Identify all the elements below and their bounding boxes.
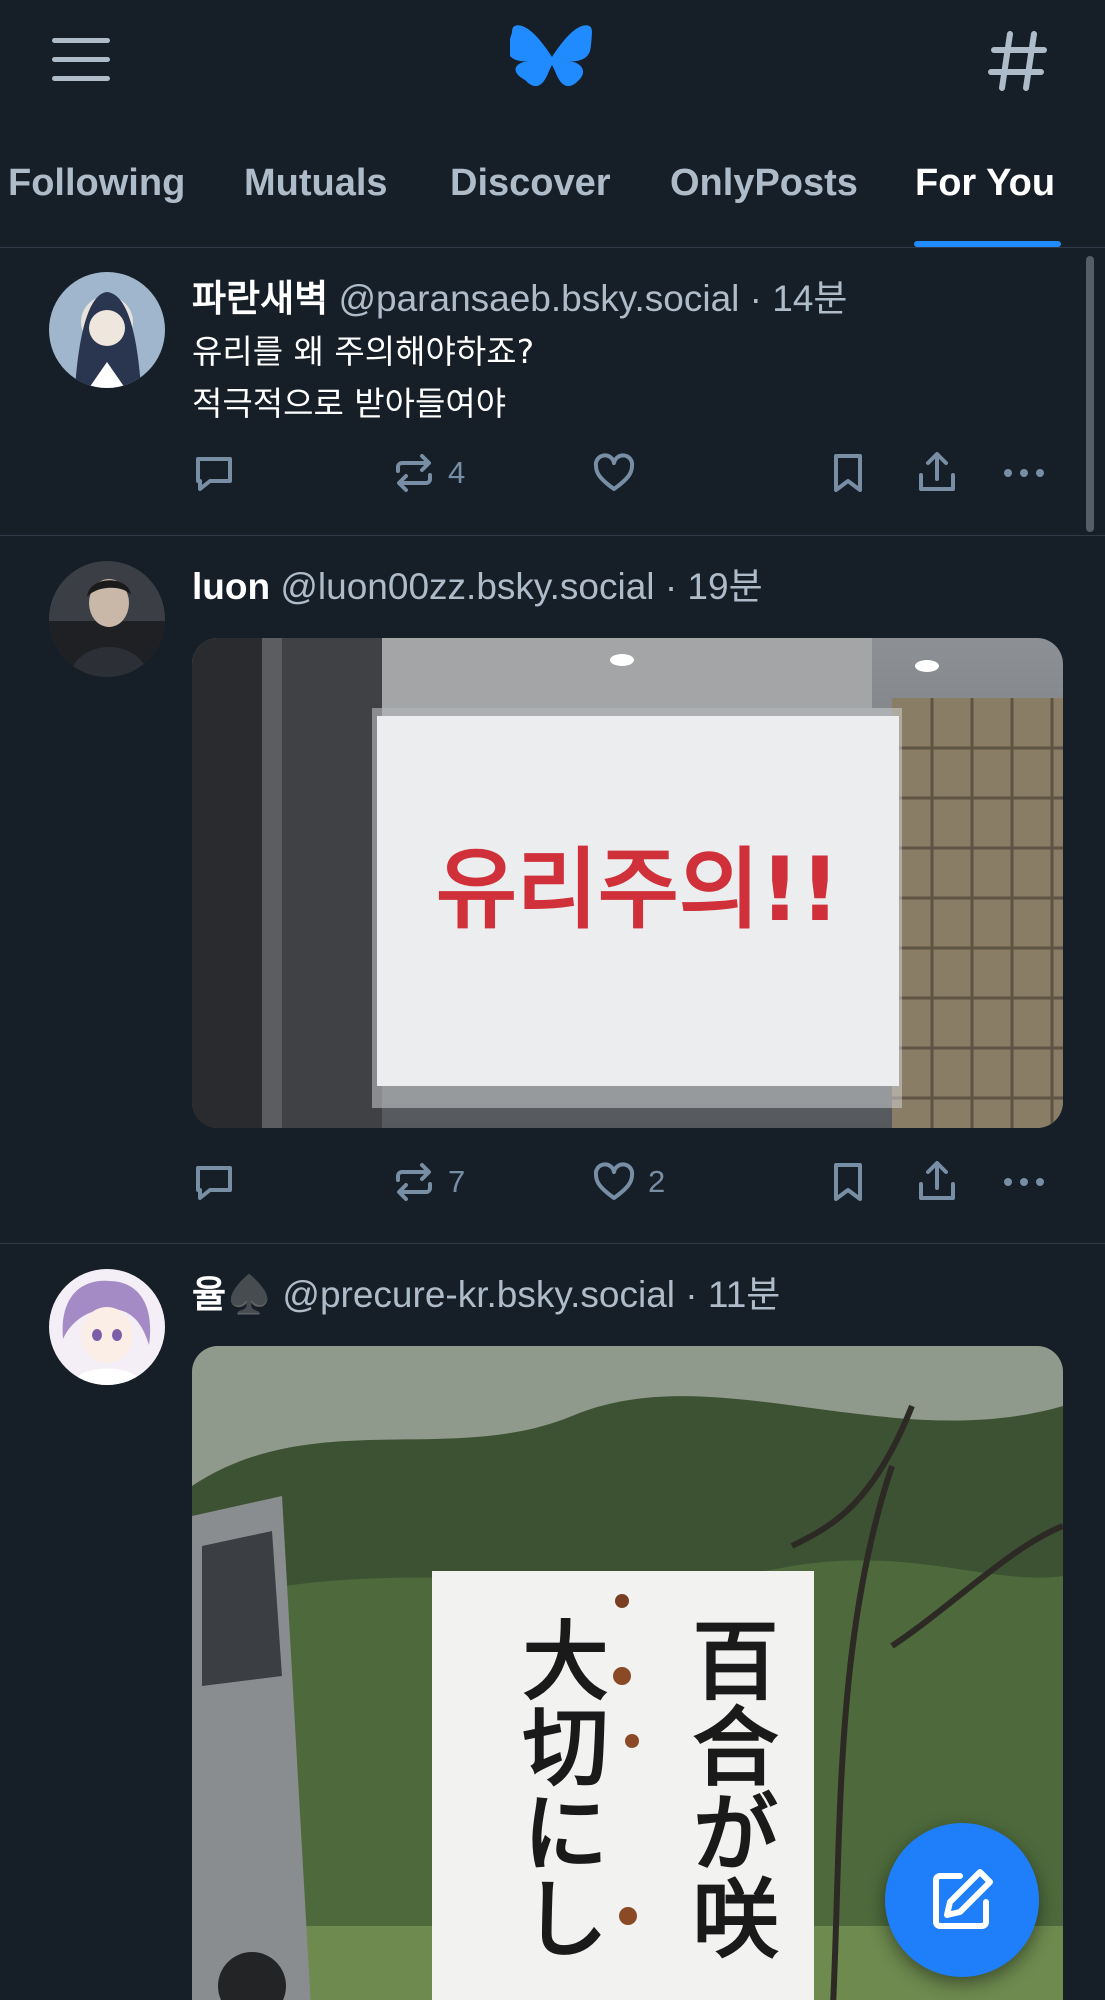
heart-icon bbox=[593, 453, 635, 491]
bookmark-icon bbox=[834, 1163, 862, 1201]
like-count: 2 bbox=[648, 1164, 666, 1199]
speech-bubble-icon bbox=[196, 1166, 232, 1200]
hashtag-icon[interactable] bbox=[988, 30, 1048, 92]
share-button[interactable] bbox=[915, 1157, 959, 1207]
display-name[interactable]: 파란새벽 bbox=[192, 278, 328, 319]
tab-onlyposts[interactable]: OnlyPosts bbox=[670, 162, 858, 205]
timestamp[interactable]: · 11분 bbox=[685, 1274, 780, 1315]
post-header: luon @luon00zz.bsky.social · 19분 bbox=[192, 556, 763, 610]
handle[interactable]: @luon00zz.bsky.social bbox=[280, 566, 654, 607]
feed-tabs: Following Mutuals Discover OnlyPosts For… bbox=[0, 150, 1105, 248]
ellipsis-icon bbox=[1004, 469, 1044, 477]
handle[interactable]: @precure-kr.bsky.social bbox=[282, 1274, 675, 1315]
repost-arrows-icon bbox=[396, 1163, 432, 1201]
tab-for-you[interactable]: For You bbox=[915, 162, 1055, 205]
avatar[interactable] bbox=[49, 272, 165, 388]
timestamp[interactable]: · 14분 bbox=[750, 278, 848, 319]
share-button[interactable] bbox=[915, 448, 959, 498]
tab-following[interactable]: Following bbox=[8, 162, 185, 205]
sign-text-right: 百合が咲 bbox=[677, 1616, 778, 1960]
tab-mutuals[interactable]: Mutuals bbox=[244, 162, 388, 205]
sign-text: 유리주의!! bbox=[436, 838, 840, 941]
bluesky-butterfly-icon[interactable] bbox=[506, 24, 594, 98]
compose-button[interactable] bbox=[885, 1823, 1039, 1977]
ellipsis-icon bbox=[1004, 1178, 1044, 1186]
post-header: 율♠️ @precure-kr.bsky.social · 11분 bbox=[192, 1264, 780, 1318]
post[interactable]: 파란새벽 @paransaeb.bsky.social · 14분 유리를 왜 … bbox=[0, 248, 1105, 536]
more-options-button[interactable] bbox=[1002, 1157, 1046, 1207]
post-image[interactable]: 유리주의!! bbox=[192, 638, 1063, 1128]
repost-button[interactable]: 7 bbox=[392, 1157, 465, 1207]
hamburger-menu-icon[interactable] bbox=[52, 38, 110, 82]
top-bar bbox=[0, 0, 1105, 122]
repost-arrows-icon bbox=[396, 454, 432, 492]
bookmark-button[interactable] bbox=[826, 448, 870, 498]
repost-count: 4 bbox=[448, 455, 466, 490]
handle[interactable]: @paransaeb.bsky.social bbox=[338, 278, 739, 319]
post[interactable]: luon @luon00zz.bsky.social · 19분 유리주의!! … bbox=[0, 536, 1105, 1244]
reply-button[interactable] bbox=[192, 1157, 236, 1207]
heart-icon bbox=[593, 1162, 635, 1200]
bookmark-button[interactable] bbox=[826, 1157, 870, 1207]
speech-bubble-icon bbox=[196, 457, 232, 491]
sign-text-left: 大切にし bbox=[507, 1616, 608, 1960]
display-name[interactable]: luon bbox=[192, 566, 270, 607]
share-upload-icon bbox=[919, 1161, 955, 1200]
repost-button[interactable]: 4 bbox=[392, 448, 465, 498]
avatar[interactable] bbox=[49, 1269, 165, 1385]
tab-discover[interactable]: Discover bbox=[450, 162, 611, 205]
pencil-square-icon bbox=[933, 1869, 993, 1929]
share-upload-icon bbox=[919, 452, 955, 491]
repost-count: 7 bbox=[448, 1164, 466, 1199]
active-tab-indicator bbox=[914, 241, 1061, 247]
post-text: 유리를 왜 주의해야하죠? 적극적으로 받아들여야 bbox=[192, 332, 535, 423]
like-button[interactable]: 2 bbox=[592, 1157, 665, 1207]
avatar[interactable] bbox=[49, 561, 165, 677]
timestamp[interactable]: · 19분 bbox=[665, 566, 763, 607]
display-name[interactable]: 율♠️ bbox=[192, 1274, 272, 1315]
more-options-button[interactable] bbox=[1002, 448, 1046, 498]
post-actions: 4 bbox=[192, 448, 1062, 498]
post-header: 파란새벽 @paransaeb.bsky.social · 14분 bbox=[192, 268, 847, 322]
like-button[interactable] bbox=[592, 448, 636, 498]
post-actions: 7 2 bbox=[192, 1157, 1062, 1207]
reply-button[interactable] bbox=[192, 448, 236, 498]
bookmark-icon bbox=[834, 454, 862, 492]
